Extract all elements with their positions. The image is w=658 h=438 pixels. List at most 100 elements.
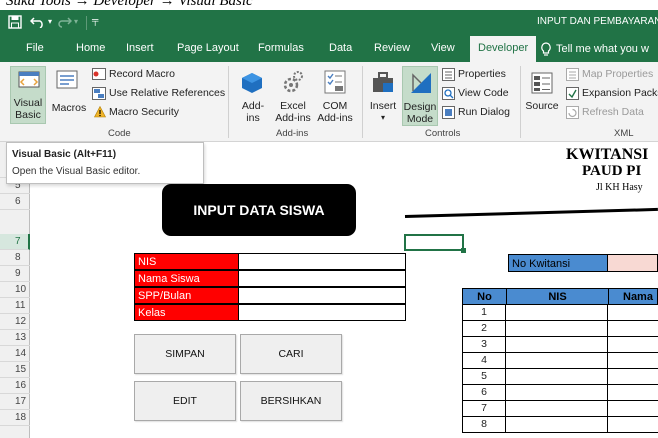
tab-formulas[interactable]: Formulas	[258, 42, 304, 54]
qat-dropdown-icon[interactable]: ╤	[92, 15, 98, 25]
xml-group-label: XML	[614, 128, 634, 139]
window-title: INPUT DAN PEMBAYARAN	[537, 16, 658, 27]
row-header[interactable]: 14	[0, 346, 30, 362]
nama-cell[interactable]	[608, 321, 658, 337]
nama-cell[interactable]	[608, 385, 658, 401]
excel-add-ins-label-1: Excel	[280, 100, 306, 112]
row-header[interactable]: 18	[0, 410, 30, 426]
refresh-data-button: Refresh Data	[566, 106, 658, 120]
table-row: 2	[462, 321, 658, 337]
visual-basic-button[interactable]: Visual Basic	[10, 66, 46, 124]
row-number: 1	[462, 305, 506, 321]
insert-dropdown-icon: ▾	[380, 113, 385, 122]
row-header[interactable]: 17	[0, 394, 30, 410]
row-header[interactable]: 16	[0, 378, 30, 394]
source-button[interactable]: Source	[524, 66, 560, 126]
row-number: 8	[462, 417, 506, 433]
save-icon[interactable]	[8, 15, 22, 29]
nis-cell[interactable]	[506, 353, 608, 369]
row-header[interactable]: 11	[0, 298, 30, 314]
nis-input[interactable]	[238, 253, 406, 270]
selected-cell[interactable]	[404, 234, 466, 253]
redo-dropdown-icon: ▾	[74, 17, 79, 26]
nama-siswa-input[interactable]	[238, 270, 406, 287]
undo-dropdown-icon[interactable]: ▾	[48, 17, 52, 26]
design-mode-button[interactable]: Design Mode	[402, 66, 438, 126]
nama-cell[interactable]	[608, 305, 658, 321]
nama-cell[interactable]	[608, 401, 658, 417]
design-mode-icon	[411, 73, 431, 93]
use-relative-label: Use Relative References	[109, 87, 226, 99]
expansion-packs-button[interactable]: Expansion Packs	[566, 87, 658, 101]
run-dialog-button[interactable]: Run Dialog	[442, 106, 514, 120]
row-header[interactable]: 10	[0, 282, 30, 298]
view-code-icon	[442, 87, 455, 100]
bersihkan-button[interactable]: BERSIHKAN	[240, 381, 342, 421]
nama-cell[interactable]	[608, 353, 658, 369]
edit-button[interactable]: EDIT	[134, 381, 236, 421]
caption: Suka Tools → Developer → Visual Basic	[0, 0, 658, 10]
tab-review[interactable]: Review	[374, 42, 410, 54]
add-ins-label-2: ins	[246, 112, 260, 124]
no-kwitansi-value[interactable]	[608, 254, 658, 272]
com-add-ins-button[interactable]: COM Add-ins	[314, 66, 356, 126]
properties-button[interactable]: Properties	[442, 68, 514, 82]
nama-cell[interactable]	[608, 369, 658, 385]
nama-cell[interactable]	[608, 337, 658, 353]
nis-cell[interactable]	[506, 369, 608, 385]
com-add-ins-icon	[324, 70, 346, 94]
insert-control-label: Insert	[369, 100, 397, 112]
macros-button[interactable]: Macros	[49, 66, 89, 124]
tab-view[interactable]: View	[431, 42, 455, 54]
spp-bulan-input[interactable]	[238, 287, 406, 304]
tab-home[interactable]: Home	[76, 42, 105, 54]
tab-file[interactable]: File	[26, 42, 44, 54]
tab-insert[interactable]: Insert	[126, 42, 154, 54]
macro-security-button[interactable]: Macro Security	[92, 106, 192, 120]
expansion-packs-label: Expansion Packs	[582, 87, 658, 99]
add-ins-group-label: Add-ins	[276, 128, 309, 139]
cari-button[interactable]: CARI	[240, 334, 342, 374]
map-properties-icon	[566, 68, 579, 81]
row-header[interactable]: 9	[0, 266, 30, 282]
row-header[interactable]: 13	[0, 330, 30, 346]
tell-me-text: Tell me what you w	[556, 43, 649, 55]
relative-references-icon	[92, 87, 106, 100]
row-number: 4	[462, 353, 506, 369]
excel-add-ins-button[interactable]: Excel Add-ins	[272, 66, 314, 126]
row-header[interactable]: 8	[0, 250, 30, 266]
nis-cell[interactable]	[506, 305, 608, 321]
nis-cell[interactable]	[506, 401, 608, 417]
row-header[interactable]: 15	[0, 362, 30, 378]
macro-security-label: Macro Security	[109, 106, 180, 118]
undo-icon[interactable]	[30, 16, 46, 28]
nis-cell[interactable]	[506, 385, 608, 401]
add-ins-button[interactable]: Add- ins	[236, 66, 270, 126]
row-header[interactable]: 6	[0, 194, 30, 210]
refresh-data-label: Refresh Data	[582, 106, 644, 118]
kwitansi-divider	[404, 207, 658, 218]
simpan-button[interactable]: SIMPAN	[134, 334, 236, 374]
table-header-nis: NIS	[506, 288, 609, 305]
view-code-button[interactable]: View Code	[442, 87, 514, 101]
row-header[interactable]: 12	[0, 314, 30, 330]
kelas-input[interactable]	[238, 304, 406, 321]
tab-developer[interactable]: Developer	[470, 36, 537, 62]
use-relative-references-button[interactable]: Use Relative References	[92, 87, 226, 101]
insert-control-button[interactable]: Insert ▾	[366, 66, 400, 126]
macros-icon	[56, 70, 78, 89]
table-row: 6	[462, 385, 658, 401]
nis-cell[interactable]	[506, 417, 608, 433]
nis-cell[interactable]	[506, 321, 608, 337]
tab-data[interactable]: Data	[329, 42, 352, 54]
tell-me-search[interactable]: Tell me what you w	[540, 42, 649, 56]
lightbulb-icon	[541, 42, 551, 56]
row-header-selected[interactable]: 7	[0, 234, 30, 250]
record-macro-button[interactable]: Record Macro	[92, 68, 222, 82]
tab-page-layout[interactable]: Page Layout	[177, 42, 239, 54]
store-bag-icon	[242, 73, 262, 93]
gears-icon	[283, 71, 303, 93]
nama-cell[interactable]	[608, 417, 658, 433]
qat-divider	[86, 16, 87, 30]
nis-cell[interactable]	[506, 337, 608, 353]
